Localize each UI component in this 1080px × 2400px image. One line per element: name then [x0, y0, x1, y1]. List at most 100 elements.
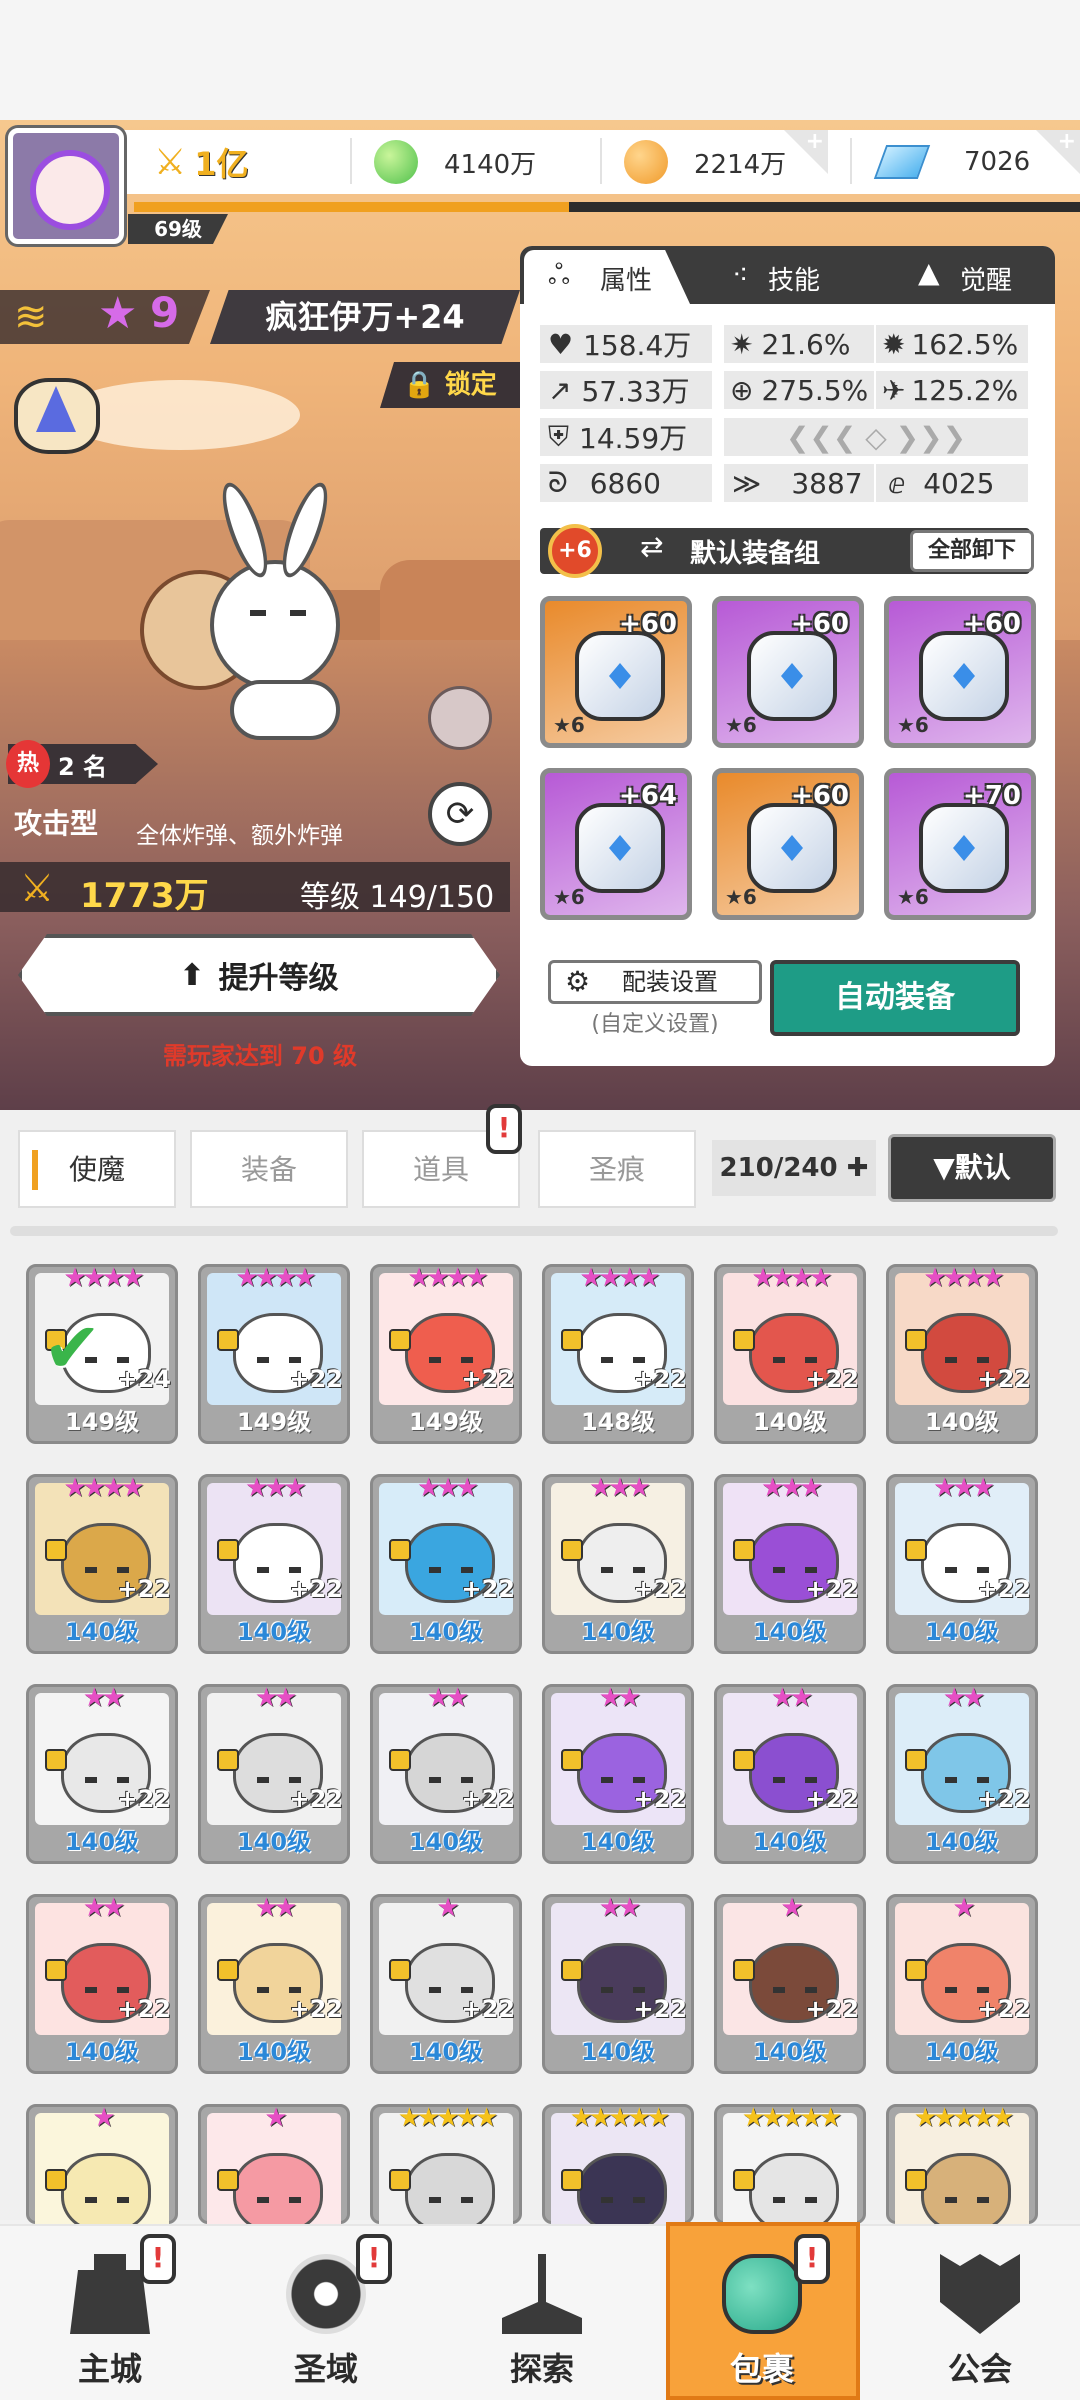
- familiar-card[interactable]: ★★ +22 140级: [542, 1893, 694, 2074]
- familiar-card[interactable]: ★★★★ +22 149级: [198, 1263, 350, 1444]
- familiar-card[interactable]: ★★★★ +22 148级: [542, 1263, 694, 1444]
- nav-main-city[interactable]: ! 主城: [20, 2224, 200, 2400]
- familiar-face-icon: [749, 2153, 839, 2233]
- familiar-card[interactable]: ★ +22 140级: [370, 1893, 522, 2074]
- inventory-count[interactable]: 210/240 ✚: [712, 1140, 876, 1196]
- familiar-eyes-icon: [773, 1567, 817, 1573]
- stat-3: ⅇ 4025: [876, 464, 1028, 502]
- familiar-eyes-icon: [773, 1777, 817, 1783]
- card-stars: ★: [264, 2103, 287, 2133]
- familiar-card[interactable]: ★ +22 140级: [714, 1893, 866, 2074]
- nav-explore-label: 探索: [509, 2350, 574, 2388]
- card-level: 140级: [580, 1828, 656, 1856]
- familiar-card[interactable]: ✔ ★★★★ +24 149级: [26, 1263, 178, 1444]
- card-stars: ★★★★★: [741, 2103, 843, 2133]
- loadout-settings-button[interactable]: ⚙ 配装设置: [548, 960, 762, 1004]
- card-level: 140级: [752, 2038, 828, 2066]
- auto-equip-button[interactable]: 自动装备: [770, 960, 1020, 1036]
- card-stars: ★★: [942, 1683, 986, 1713]
- familiar-eyes-icon: [257, 1567, 301, 1573]
- xp-bar-fill: [134, 202, 570, 212]
- guild-shield-icon: [940, 2254, 1020, 2334]
- attributes-icon: ஃ: [548, 258, 570, 291]
- emote-button[interactable]: [428, 686, 492, 750]
- familiar-card[interactable]: ★★★ +22 140级: [886, 1473, 1038, 1654]
- familiar-card[interactable]: ★ +22 140级: [886, 1893, 1038, 2074]
- familiar-card[interactable]: ★★ +22 140级: [26, 1683, 178, 1864]
- familiar-card[interactable]: ★★★ +22 140级: [198, 1473, 350, 1654]
- card-level: 140级: [408, 2038, 484, 2066]
- hero-grade: 等级 149/150: [300, 880, 495, 915]
- familiar-card[interactable]: ★★★★★: [886, 2103, 1038, 2245]
- crossed-swords-icon: ⚔: [154, 141, 187, 183]
- familiar-card[interactable]: ★★★★ +22 140级: [886, 1263, 1038, 1444]
- familiar-card[interactable]: ★★★★★: [370, 2103, 522, 2245]
- card-lock-icon: [45, 1539, 67, 1561]
- card-lock-icon: [389, 1749, 411, 1771]
- hero-character[interactable]: [140, 477, 380, 740]
- gear-slot[interactable]: +60 ★6: [712, 596, 864, 748]
- sort-button[interactable]: ▼默认: [888, 1134, 1056, 1202]
- upgrade-level-button[interactable]: ⬆ 提升等级: [18, 934, 500, 1016]
- gear-slot[interactable]: +60 ★6: [540, 596, 692, 748]
- familiar-card[interactable]: ★★ +22 140级: [198, 1683, 350, 1864]
- tab-equipment[interactable]: 装备: [190, 1130, 348, 1208]
- nav-sanctuary-label: 圣域: [293, 2350, 358, 2388]
- plus-icon: ✚: [846, 1153, 869, 1183]
- nav-guild[interactable]: 公会: [890, 2224, 1070, 2400]
- tab-familiars[interactable]: 使魔: [18, 1130, 176, 1208]
- tab-skills[interactable]: 技能: [768, 260, 820, 297]
- unequip-all-button[interactable]: 全部卸下: [910, 530, 1034, 572]
- familiar-eyes-icon: [601, 1567, 645, 1573]
- card-lock-icon: [389, 1959, 411, 1981]
- card-stars: ★★★★: [63, 1263, 144, 1293]
- card-lock-icon: [733, 1959, 755, 1981]
- tab-stigmata[interactable]: 圣痕: [538, 1130, 696, 1208]
- card-stars: ★★★★: [63, 1473, 144, 1503]
- familiar-card[interactable]: ★★★★★: [542, 2103, 694, 2245]
- familiar-card[interactable]: ★★ +22 140级: [886, 1683, 1038, 1864]
- nav-explore[interactable]: 探索: [452, 2224, 632, 2400]
- items-alert-badge: !: [486, 1104, 522, 1154]
- card-plus-level: +22: [289, 1995, 343, 2023]
- familiar-card[interactable]: ★★★★ +22 140级: [26, 1473, 178, 1654]
- nav-bag[interactable]: ! 包裹: [672, 2224, 852, 2400]
- card-plus-level: +24: [117, 1365, 171, 1393]
- card-level: 140级: [236, 2038, 312, 2066]
- gear-slot[interactable]: +70 ★6: [884, 768, 1036, 920]
- familiar-card[interactable]: ★★ +22 140级: [26, 1893, 178, 2074]
- skill-icon: ⁖: [732, 258, 749, 291]
- rotate-view-button[interactable]: ⟳: [428, 782, 492, 846]
- portal-icon: [286, 2254, 366, 2334]
- familiar-card[interactable]: ★: [198, 2103, 350, 2245]
- familiar-card[interactable]: ★★★ +22 140级: [542, 1473, 694, 1654]
- familiar-card[interactable]: ★★ +22 140级: [370, 1683, 522, 1864]
- card-level: 149级: [64, 1408, 140, 1436]
- skin-icon[interactable]: [14, 378, 100, 454]
- familiar-face-icon: [577, 2153, 667, 2233]
- familiar-card[interactable]: ★★★★ +22 149级: [370, 1263, 522, 1444]
- card-level: 140级: [924, 2038, 1000, 2066]
- familiar-card[interactable]: ★★★★ +22 140级: [714, 1263, 866, 1444]
- sword-in-stone-icon: [502, 2254, 582, 2334]
- familiar-card[interactable]: ★★ +22 140级: [542, 1683, 694, 1864]
- familiar-card[interactable]: ★★★ +22 140级: [714, 1473, 866, 1654]
- gear-slot[interactable]: +60 ★6: [884, 596, 1036, 748]
- card-lock-icon: [733, 1749, 755, 1771]
- gear-slot[interactable]: +64 ★6: [540, 768, 692, 920]
- gear-level: +60: [791, 609, 849, 639]
- card-stars: ★★: [426, 1683, 470, 1713]
- gear-slot[interactable]: +60 ★6: [712, 768, 864, 920]
- lock-button[interactable]: 🔒 锁定: [380, 362, 520, 408]
- stat-def-value: 14.59万: [579, 422, 688, 455]
- familiar-card[interactable]: ★★★ +22 140级: [370, 1473, 522, 1654]
- familiar-eyes-icon: [429, 1777, 473, 1783]
- familiar-card[interactable]: ★★ +22 140级: [714, 1683, 866, 1864]
- tab-awaken[interactable]: 觉醒: [960, 260, 1012, 297]
- familiar-eyes-icon: [85, 1987, 129, 1993]
- familiar-card[interactable]: ★★★★★: [714, 2103, 866, 2245]
- nav-sanctuary[interactable]: ! 圣域: [236, 2224, 416, 2400]
- card-level: 140级: [236, 1828, 312, 1856]
- familiar-card[interactable]: ★★ +22 140级: [198, 1893, 350, 2074]
- familiar-card[interactable]: ★: [26, 2103, 178, 2245]
